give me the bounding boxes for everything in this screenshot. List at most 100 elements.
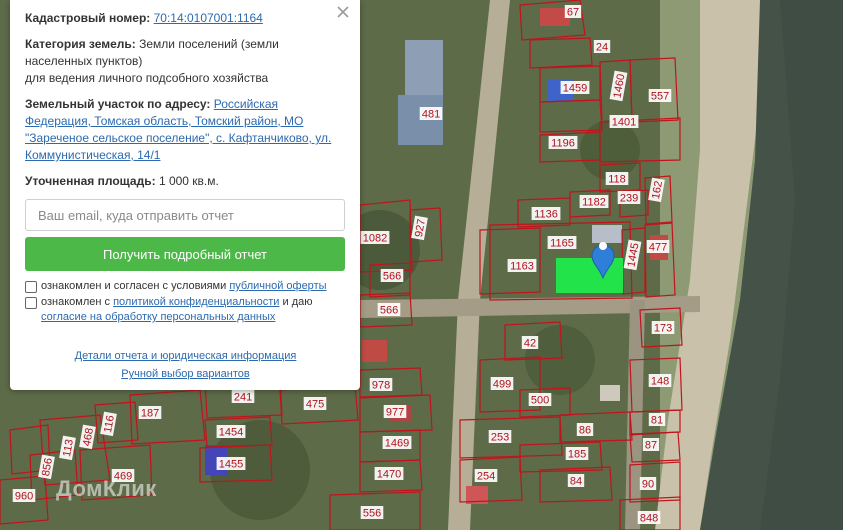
parcel-label-text: 254 [477, 471, 495, 483]
parcel-label-text: 84 [570, 476, 582, 488]
parcel-label-text: 1082 [363, 233, 387, 245]
consent-privacy-text: ознакомлен с [41, 296, 111, 308]
cadastral-row: Кадастровый номер: 70:14:0107001:1164 [25, 10, 346, 27]
parcel-label-text: 1469 [385, 438, 409, 450]
parcel-label-text: 87 [645, 440, 657, 452]
parcel-label: 500 [528, 393, 552, 407]
parcel-label: 1469 [382, 436, 412, 450]
parcel-label-text: 241 [234, 392, 252, 404]
parcel-label-text: 81 [651, 415, 663, 427]
public-offer-link[interactable]: публичной оферты [229, 280, 326, 292]
parcel-label-text: 960 [15, 491, 33, 503]
watermark-text: ДомКлик [56, 476, 157, 501]
address-label: Земельный участок по адресу: [25, 97, 211, 111]
area-row: Уточненная площадь: 1 000 кв.м. [25, 173, 346, 190]
parcel-label: 1082 [360, 231, 390, 245]
category-row: Категория земель: Земли поселений (земли… [25, 36, 346, 87]
report-details-link[interactable]: Детали отчета и юридическая информация [25, 347, 346, 365]
parcel-label: 173 [651, 321, 675, 335]
parcel-label-text: 42 [524, 338, 536, 350]
consent-offer-text: ознакомлен и согласен с условиями [41, 280, 227, 292]
email-input[interactable] [25, 199, 345, 231]
parcel-label: 960 [12, 489, 36, 503]
parcel-label: 475 [303, 397, 327, 411]
parcel-label-text: 1182 [582, 197, 606, 209]
parcel-label-text: 1459 [563, 83, 587, 95]
parcel-label: 977 [383, 405, 407, 419]
parcel-label: 90 [639, 477, 657, 491]
parcel-label: 1136 [531, 207, 561, 221]
parcel-label: 24 [593, 40, 611, 54]
parcel-label-text: 566 [380, 305, 398, 317]
parcel-label: 1459 [560, 81, 590, 95]
parcel-label: 86 [576, 423, 594, 437]
consent-offer: ознакомлен и согласен с условиями публич… [25, 279, 346, 294]
parcel-label: 557 [648, 89, 672, 103]
parcel-label-text: 848 [640, 513, 658, 525]
parcel-label: 1470 [374, 467, 404, 481]
address-row: Земельный участок по адресу: Российская … [25, 96, 346, 164]
consent-offer-checkbox[interactable] [25, 281, 37, 293]
parcel-label: 481 [419, 107, 443, 121]
parcel-label: 241 [231, 390, 255, 404]
parcel-label-text: 1454 [219, 427, 243, 439]
parcel-label-text: 253 [491, 432, 509, 444]
parcel-label-text: 566 [383, 271, 401, 283]
parcel-label: 187 [138, 406, 162, 420]
parcel-label-text: 185 [568, 449, 586, 461]
parcel-label-text: 148 [651, 376, 669, 388]
parcel-label: 239 [617, 191, 641, 205]
parcel-label: 566 [380, 269, 404, 283]
parcel-label: 566 [377, 303, 401, 317]
selected-parcel[interactable] [556, 258, 623, 293]
consent-privacy-mid: и даю [282, 296, 313, 308]
parcel-label: 1454 [216, 425, 246, 439]
parcel-label: 556 [360, 506, 384, 520]
parcel-label: 1163 [507, 259, 537, 273]
parcel-label-text: 1196 [551, 138, 575, 150]
parcel-label: 84 [567, 474, 585, 488]
parcel-label-text: 1163 [510, 261, 534, 273]
parcel-label: 253 [488, 430, 512, 444]
parcel-label-text: 86 [579, 425, 591, 437]
parcel-label-text: 118 [608, 174, 626, 186]
parcel-label: 1196 [548, 136, 578, 150]
manual-selection-link[interactable]: Ручной выбор вариантов [25, 365, 346, 383]
parcel-label: 1455 [216, 457, 246, 471]
parcel-label: 1401 [609, 115, 639, 129]
personal-data-consent-link[interactable]: согласие на обработку персональных данны… [41, 311, 275, 323]
get-report-button[interactable]: Получить подробный отчет [25, 237, 345, 271]
parcel-label-text: 477 [649, 242, 667, 254]
cadastral-label: Кадастровый номер: [25, 11, 151, 25]
parcel-label-text: 173 [654, 323, 672, 335]
bottom-links: Детали отчета и юридическая информация Р… [25, 347, 346, 383]
parcel-label-text: 1470 [377, 469, 401, 481]
privacy-policy-link[interactable]: политикой конфиденциальности [113, 296, 279, 308]
parcel-label: 978 [369, 378, 393, 392]
parcel-label-text: 90 [642, 479, 654, 491]
parcel-label-text: 239 [620, 193, 638, 205]
parcel-label: 499 [490, 377, 514, 391]
parcel-label-text: 499 [493, 379, 511, 391]
parcel-label-text: 475 [306, 399, 324, 411]
parcel-label-text: 24 [596, 42, 608, 54]
parcel-label-text: 1136 [534, 209, 558, 221]
parcel-label-text: 556 [363, 508, 381, 520]
parcel-label: 848 [637, 511, 661, 525]
parcel-label: 477 [646, 240, 670, 254]
area-value: 1 000 кв.м. [158, 174, 219, 188]
consent-privacy-checkbox[interactable] [25, 297, 37, 309]
parcel-label: 254 [474, 469, 498, 483]
parcel-label-text: 481 [422, 109, 440, 121]
close-icon[interactable] [334, 3, 352, 21]
parcel-label-text: 1455 [219, 459, 243, 471]
usage-value: для ведения личного подсобного хозяйства [25, 71, 269, 85]
parcel-label: 67 [564, 5, 582, 19]
parcel-label: 185 [565, 447, 589, 461]
parcel-label: 148 [648, 374, 672, 388]
cadastral-number-link[interactable]: 70:14:0107001:1164 [154, 11, 263, 25]
consent-privacy: ознакомлен с политикой конфиденциальност… [25, 295, 346, 325]
parcel-label: 1165 [547, 236, 577, 250]
parcel-label-text: 500 [531, 395, 549, 407]
parcel-label: 81 [648, 413, 666, 427]
